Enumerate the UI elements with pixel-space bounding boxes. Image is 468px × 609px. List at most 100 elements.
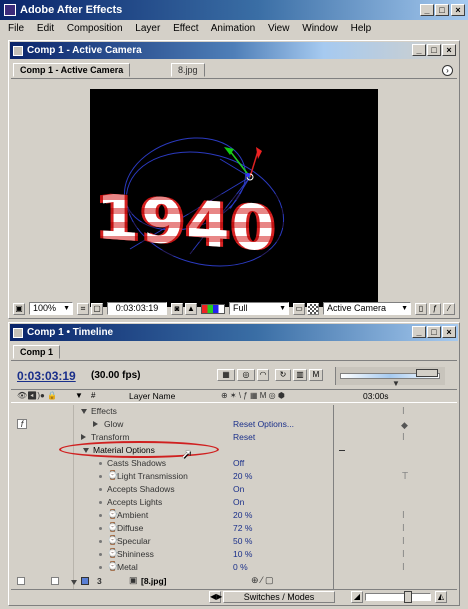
current-time-indicator-icon[interactable]: ▼ (392, 379, 400, 388)
lock-switch-box[interactable] (51, 577, 59, 585)
layer-label-color[interactable] (81, 577, 89, 585)
view-options-icon[interactable]: ▯ (415, 303, 427, 315)
comp-window-title: Comp 1 - Active Camera (27, 45, 142, 56)
zoom-slider-thumb[interactable] (404, 591, 412, 603)
always-preview-button[interactable]: ▣ (13, 303, 25, 315)
tab-comp-active-camera[interactable]: Comp 1 - Active Camera (13, 63, 131, 77)
timeline-window-title: Comp 1 • Timeline (27, 327, 114, 338)
shy-layers-icon[interactable]: ▥ (293, 369, 307, 381)
menu-bar: File Edit Composition Layer Effect Anima… (0, 20, 468, 37)
menu-edit[interactable]: Edit (37, 23, 54, 34)
draft-3d-icon[interactable]: ▦ (217, 369, 235, 381)
row-ambient[interactable]: ⌚ Ambient 20 % I (11, 509, 457, 522)
timeline-window-icon (13, 327, 23, 338)
switches-modes-toggle[interactable]: Switches / Modes (223, 591, 335, 603)
video-switch-box[interactable] (17, 577, 25, 585)
timeline-zoom-slider[interactable] (365, 591, 431, 603)
show-snapshot-icon[interactable]: ▲ (185, 303, 197, 315)
transform-reset[interactable]: Reset (233, 432, 255, 442)
row-light-transmission[interactable]: ⌚ Light Transmission 20 % T (11, 470, 457, 483)
menu-effect[interactable]: Effect (173, 23, 198, 34)
menu-window[interactable]: Window (302, 23, 338, 34)
timeline-fps: (30.00 fps) (91, 370, 141, 381)
glow-reset-options[interactable]: Reset Options... (233, 419, 294, 429)
comp-maximize-button[interactable]: □ (427, 44, 441, 56)
comp-window-title-bar: Comp 1 - Active Camera _ □ × (10, 42, 458, 59)
row-diffuse[interactable]: ⌚ Diffuse 72 % I (11, 522, 457, 535)
pixel-aspect-icon[interactable]: ƒ (429, 303, 441, 315)
row-casts-shadows[interactable]: Casts Shadows Off (11, 457, 457, 470)
layer3-twirl-icon[interactable] (71, 580, 77, 585)
effects-twirl-icon[interactable] (81, 409, 87, 414)
transparency-grid-icon[interactable] (307, 303, 319, 315)
menu-view[interactable]: View (268, 23, 290, 34)
timeline-timecode[interactable]: 0:03:03:19 (17, 369, 76, 383)
timeline-maximize-button[interactable]: □ (427, 326, 441, 338)
ruler-time-label: 03:00s (363, 391, 389, 401)
expand-collapse-icon[interactable]: ◀▶ (209, 591, 222, 603)
comp-canvas[interactable]: 1940 (90, 89, 378, 307)
av-features-icons: 👁◀)● 🔒 (17, 391, 57, 400)
maximize-button[interactable]: □ (435, 4, 449, 16)
layer3-name[interactable]: [8.jpg] (141, 576, 167, 586)
comp-flowchart-icon[interactable]: M (309, 369, 323, 381)
snapshot-camera-icon[interactable]: ◙ (171, 303, 183, 315)
row-material-options[interactable]: Material Options ➚ (11, 441, 457, 461)
comp-panel-menu-icon[interactable]: › (442, 65, 453, 76)
grid-icon[interactable]: ⌗ (77, 303, 89, 315)
resolution-select[interactable]: Full ▼ (229, 302, 289, 315)
layer-outline: Effects I f Glow Reset Options... ◆ Tran… (11, 405, 457, 589)
timeline-column-header: 👁◀)● 🔒 ▼ # Layer Name ⊕ ✶ \ ƒ ▦ M ◎ ⬢ 03… (11, 389, 457, 403)
timeline-control-row: 0:03:03:19 (30.00 fps) ▦ ◎ ◠ ↻ ▥ M ▼ (11, 365, 457, 388)
zoom-out-icon[interactable]: ◢ (351, 591, 363, 603)
zoom-select[interactable]: 100% ▼ (29, 302, 73, 315)
time-navigator[interactable]: ▼ (335, 367, 445, 388)
view-select[interactable]: Active Camera ▼ (323, 302, 411, 315)
comp-tab-strip: Comp 1 - Active Camera 8.jpg › (11, 63, 457, 79)
keyframe-marker: I (402, 406, 405, 417)
row-accepts-lights[interactable]: Accepts Lights On (11, 496, 457, 509)
fast-previews-icon[interactable]: ⁄ (443, 303, 455, 315)
app-logo-icon (4, 4, 16, 16)
close-button[interactable]: × (451, 4, 465, 16)
row-transform[interactable]: Transform Reset I (11, 431, 457, 444)
minimize-button[interactable]: _ (420, 4, 434, 16)
comp-timecode[interactable]: 0:03:03:19 (107, 302, 167, 315)
zoom-in-icon[interactable]: ◭ (435, 591, 447, 603)
live-update-icon[interactable]: ↻ (275, 369, 291, 381)
row-shininess[interactable]: ⌚ Shininess 10 % I (11, 548, 457, 561)
menu-file[interactable]: File (8, 23, 24, 34)
row-specular[interactable]: ⌚ Specular 50 % I (11, 535, 457, 548)
motion-blur-icon[interactable]: ◠ (257, 369, 269, 381)
layer3-switches[interactable]: ⊕ ⁄ ▢ (251, 575, 274, 586)
tab-8jpg[interactable]: 8.jpg (171, 63, 205, 77)
safe-zones-icon[interactable]: ▢ (91, 303, 103, 315)
time-navigator-end-handle[interactable] (416, 369, 438, 377)
comp-text-stripes (96, 194, 296, 264)
color-channels-icon[interactable] (201, 304, 225, 314)
number-column-label: # (91, 391, 96, 400)
menu-help[interactable]: Help (351, 23, 372, 34)
timeline-minimize-button[interactable]: _ (412, 326, 426, 338)
row-metal[interactable]: ⌚ Metal 0 % I (11, 561, 457, 574)
footage-icon: ▣ (129, 575, 138, 585)
timeline-footer: ◀▶ Switches / Modes ◢ ◭ (11, 589, 457, 604)
layer-name-column-header[interactable]: Layer Name (129, 391, 175, 401)
region-of-interest-icon[interactable]: ▭ (293, 303, 305, 315)
menu-layer[interactable]: Layer (135, 23, 160, 34)
effect-fx-icon[interactable]: f (17, 419, 27, 429)
row-glow[interactable]: f Glow Reset Options... ◆ (11, 418, 457, 431)
row-accepts-shadows[interactable]: Accepts Shadows On (11, 483, 457, 496)
app-title: Adobe After Effects (20, 4, 123, 16)
frame-blending-icon[interactable]: ◎ (237, 369, 255, 381)
timeline-close-button[interactable]: × (442, 326, 456, 338)
transform-twirl-icon[interactable] (81, 434, 86, 440)
comp-close-button[interactable]: × (442, 44, 456, 56)
layer-row-3[interactable]: 3 ▣ [8.jpg] ⊕ ⁄ ▢ (11, 575, 457, 588)
comp-minimize-button[interactable]: _ (412, 44, 426, 56)
glow-twirl-icon[interactable] (93, 421, 98, 427)
menu-composition[interactable]: Composition (67, 23, 123, 34)
menu-animation[interactable]: Animation (211, 23, 255, 34)
tab-comp-1[interactable]: Comp 1 (13, 345, 61, 359)
row-effects[interactable]: Effects I (11, 405, 457, 418)
